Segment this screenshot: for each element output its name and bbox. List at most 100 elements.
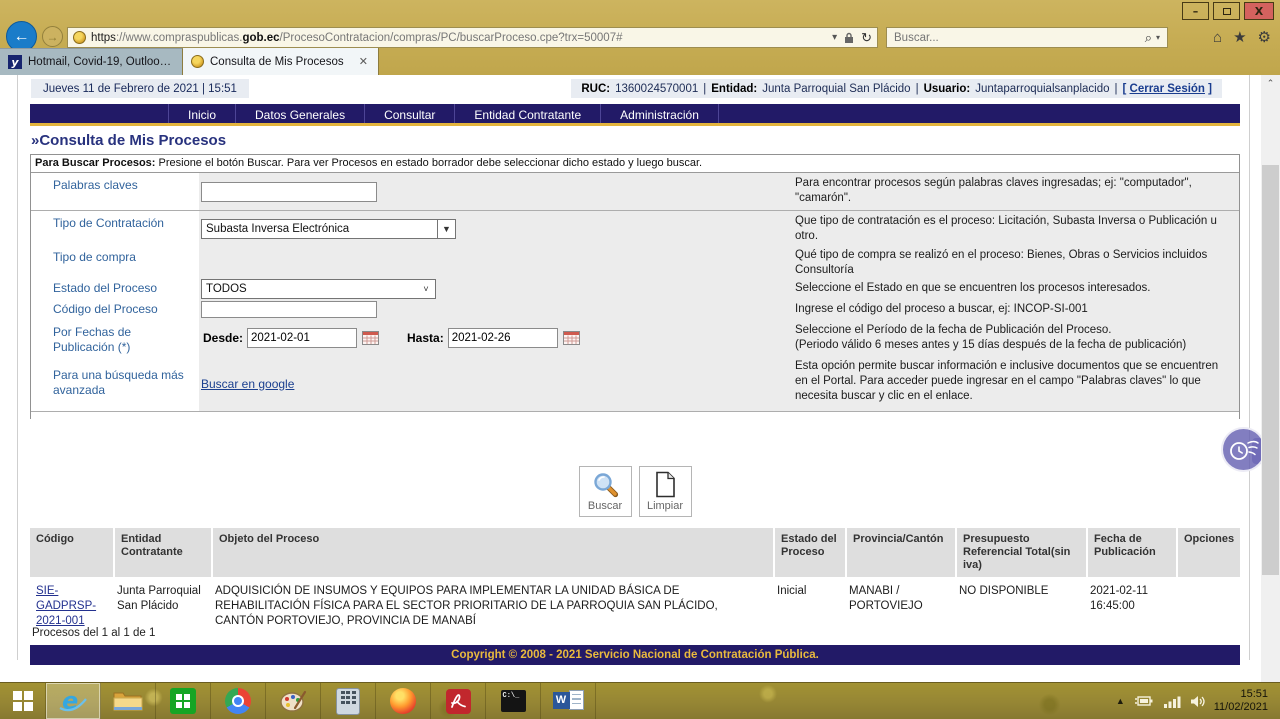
search-form: Para Buscar Procesos: Presione el botón … <box>30 154 1240 419</box>
address-bar[interactable]: https://www.compraspublicas.gob.ec/Proce… <box>67 27 878 48</box>
tab-hotmail[interactable]: y Hotmail, Covid-19, Outlook, N... <box>0 48 183 75</box>
scroll-up-icon[interactable]: ⌃ <box>1261 75 1280 91</box>
chevron-down-icon: ˅ <box>417 280 435 298</box>
nav-item-administracion[interactable]: Administración <box>601 104 719 123</box>
taskbar-microsoft-store[interactable] <box>156 683 211 719</box>
search-icon[interactable]: ⌕ <box>1145 30 1152 46</box>
url-text: https://www.compraspublicas.gob.ec/Proce… <box>91 32 827 44</box>
hidden-icons-arrow[interactable]: ▲ <box>1116 696 1125 706</box>
google-search-link[interactable]: Buscar en google <box>201 377 294 391</box>
avanzada-help: Esta opción permite buscar información e… <box>787 356 1239 411</box>
tipo-contratacion-select[interactable]: Subasta Inversa Electrónica ▼ <box>201 219 456 239</box>
codigo-help: Ingrese el código del proceso a buscar, … <box>787 299 1239 320</box>
session-bar: RUC: 1360024570001 | Entidad: Junta Parr… <box>571 79 1222 98</box>
proceso-codigo-link[interactable]: SIE-GADPRSP-2021-001 <box>36 585 96 627</box>
datetime-bar: Jueves 11 de Febrero de 2021 | 15:51 <box>31 79 249 98</box>
form-row-estado: Estado del Proceso TODOS ˅ Seleccione el… <box>31 278 1239 299</box>
floating-timer-widget[interactable] <box>1221 427 1266 472</box>
estado-select[interactable]: TODOS ˅ <box>201 279 436 299</box>
close-button[interactable]: X <box>1244 2 1274 20</box>
taskbar-calculator[interactable] <box>321 683 376 719</box>
home-icon[interactable]: ⌂ <box>1213 29 1222 46</box>
copyright-bar: Copyright © 2008 - 2021 Servicio Naciona… <box>30 645 1240 665</box>
col-provincia: Provincia/Cantón <box>847 528 955 577</box>
url-dropdown-icon[interactable]: ▾ <box>832 32 837 43</box>
search-dropdown-icon[interactable]: ▾ <box>1156 33 1160 42</box>
cell-fecha: 2021-02-11 16:45:00 <box>1088 579 1176 634</box>
forward-button[interactable]: → <box>42 26 63 47</box>
taskbar-file-explorer[interactable] <box>101 683 156 719</box>
taskbar-word[interactable]: W <box>541 683 596 719</box>
limpiar-label: Limpiar <box>647 500 683 512</box>
tipo-contratacion-help: Que tipo de contratación es el proceso: … <box>787 211 1239 247</box>
calendar-icon[interactable] <box>362 331 379 345</box>
form-row-palabras: Palabras claves Para encontrar procesos … <box>31 173 1239 211</box>
tab-bar: y Hotmail, Covid-19, Outlook, N... Consu… <box>0 48 1280 75</box>
start-button[interactable] <box>0 683 46 719</box>
taskbar-internet-explorer[interactable]: e <box>46 683 101 719</box>
calculator-icon <box>336 688 360 715</box>
firefox-icon <box>390 688 416 714</box>
restore-button[interactable] <box>1213 2 1240 20</box>
cell-objeto: ADQUISICIÓN DE INSUMOS Y EQUIPOS PARA IM… <box>213 579 773 634</box>
taskbar-paint[interactable] <box>266 683 321 719</box>
codigo-input[interactable] <box>201 301 377 318</box>
internet-explorer-icon: e <box>58 687 88 715</box>
ruc-label: RUC: <box>581 83 610 95</box>
taskbar-chrome[interactable] <box>211 683 266 719</box>
col-entidad: Entidad Contratante <box>115 528 211 577</box>
nav-item-inicio[interactable]: Inicio <box>168 104 236 123</box>
screen: – X ← → https://www.compraspublicas.gob.… <box>0 0 1280 719</box>
pagination-text: Procesos del 1 al 1 de 1 <box>32 627 155 639</box>
desde-label: Desde: <box>203 331 243 345</box>
hasta-input[interactable] <box>448 328 558 348</box>
tab-close-icon[interactable]: ✕ <box>357 55 370 68</box>
calendar-icon[interactable] <box>563 331 580 345</box>
page-scrollbar[interactable]: ⌃ <box>1261 75 1280 682</box>
palabras-input[interactable] <box>201 182 377 202</box>
tab-label: Consulta de Mis Procesos <box>210 56 351 68</box>
restore-icon <box>1223 8 1231 15</box>
entidad-label: Entidad: <box>711 83 757 95</box>
windows-logo-icon <box>13 691 33 711</box>
nav-item-entidad-contratante[interactable]: Entidad Contratante <box>455 104 601 123</box>
settings-gear-icon[interactable]: ⚙ <box>1258 29 1271 46</box>
taskbar-acrobat[interactable] <box>431 683 486 719</box>
nav-item-consultar[interactable]: Consultar <box>365 104 455 123</box>
col-fecha: Fecha de Publicación <box>1088 528 1176 577</box>
col-codigo: Código <box>30 528 113 577</box>
taskbar-firefox[interactable] <box>376 683 431 719</box>
col-estado: Estado del Proceso <box>775 528 845 577</box>
codigo-label: Código del Proceso <box>31 299 199 320</box>
tab-consulta-procesos[interactable]: Consulta de Mis Procesos ✕ <box>183 48 379 75</box>
logout-link[interactable]: [ Cerrar Sesión ] <box>1123 83 1213 95</box>
search-input[interactable] <box>894 32 1145 44</box>
winged-clock-icon <box>1228 438 1260 462</box>
battery-plug-icon[interactable] <box>1134 695 1154 707</box>
scrollbar-thumb[interactable] <box>1262 165 1279 575</box>
col-presupuesto: Presupuesto Referencial Total(sin iva) <box>957 528 1086 577</box>
site-favicon <box>73 31 86 44</box>
taskbar-clock[interactable]: 15:51 11/02/2021 <box>1214 688 1268 714</box>
refresh-icon[interactable]: ↻ <box>861 30 872 46</box>
window-controls: – X <box>1182 2 1274 20</box>
desde-input[interactable] <box>247 328 357 348</box>
tipo-contratacion-label: Tipo de Contratación <box>31 211 199 247</box>
estado-help: Seleccione el Estado en que se encuentre… <box>787 278 1239 299</box>
table-row: SIE-GADPRSP-2021-001 Junta Parroquial Sa… <box>30 579 1240 634</box>
network-signal-icon[interactable] <box>1163 695 1181 708</box>
clock-time: 15:51 <box>1214 688 1268 701</box>
search-box[interactable]: ⌕ ▾ <box>886 27 1168 48</box>
minimize-button[interactable]: – <box>1182 2 1209 20</box>
buscar-button[interactable]: Buscar <box>579 466 632 517</box>
fechas-label: Por Fechas de Publicación (*) <box>31 320 199 356</box>
cell-entidad: Junta Parroquial San Plácido <box>115 579 211 634</box>
speaker-icon[interactable] <box>1190 695 1205 708</box>
clock-date: 11/02/2021 <box>1214 701 1268 714</box>
taskbar-command-prompt[interactable]: C:\_ <box>486 683 541 719</box>
nav-item-datos-generales[interactable]: Datos Generales <box>236 104 365 123</box>
favorites-star-icon[interactable]: ★ <box>1233 29 1246 46</box>
folder-icon <box>113 689 143 713</box>
avanzada-label: Para una búsqueda más avanzada <box>31 356 199 411</box>
limpiar-button[interactable]: Limpiar <box>639 466 692 517</box>
